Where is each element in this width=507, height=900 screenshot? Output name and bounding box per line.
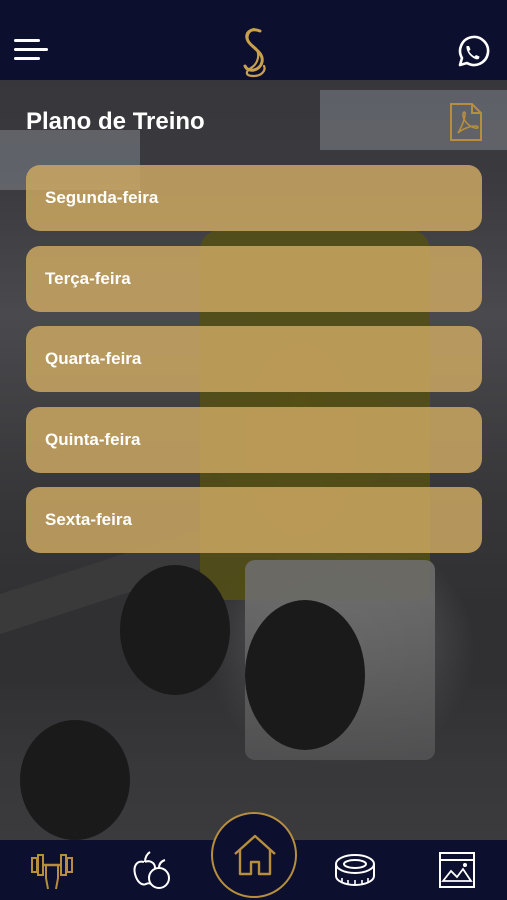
brand-logo: [236, 26, 272, 78]
hamburger-menu-icon[interactable]: [14, 39, 50, 65]
day-button-friday[interactable]: Sexta-feira: [26, 487, 482, 553]
gallery-icon[interactable]: [434, 848, 480, 892]
day-label: Terça-feira: [45, 268, 131, 288]
day-label: Segunda-feira: [45, 188, 159, 207]
day-button-wednesday[interactable]: Quarta-feira: [26, 326, 482, 392]
home-button[interactable]: [211, 812, 297, 898]
home-icon: [234, 834, 276, 876]
measuring-tape-icon[interactable]: [333, 848, 379, 892]
day-label: Quarta-feira: [45, 349, 142, 368]
training-day-list: Segunda-feira Terça-feira Quarta-feira Q…: [26, 165, 482, 568]
pdf-file-icon[interactable]: [448, 102, 484, 142]
top-bar: [0, 0, 507, 80]
day-button-tuesday[interactable]: Terça-feira: [26, 245, 482, 312]
day-button-thursday[interactable]: Quinta-feira: [26, 406, 482, 473]
dumbbell-icon[interactable]: [29, 848, 75, 892]
day-label: Sexta-feira: [45, 510, 132, 529]
page-title: Plano de Treino: [26, 108, 205, 135]
day-button-monday[interactable]: Segunda-feira: [26, 165, 482, 231]
nutrition-icon[interactable]: [131, 848, 177, 892]
day-label: Quinta-feira: [45, 429, 141, 449]
whatsapp-icon[interactable]: [454, 34, 490, 70]
